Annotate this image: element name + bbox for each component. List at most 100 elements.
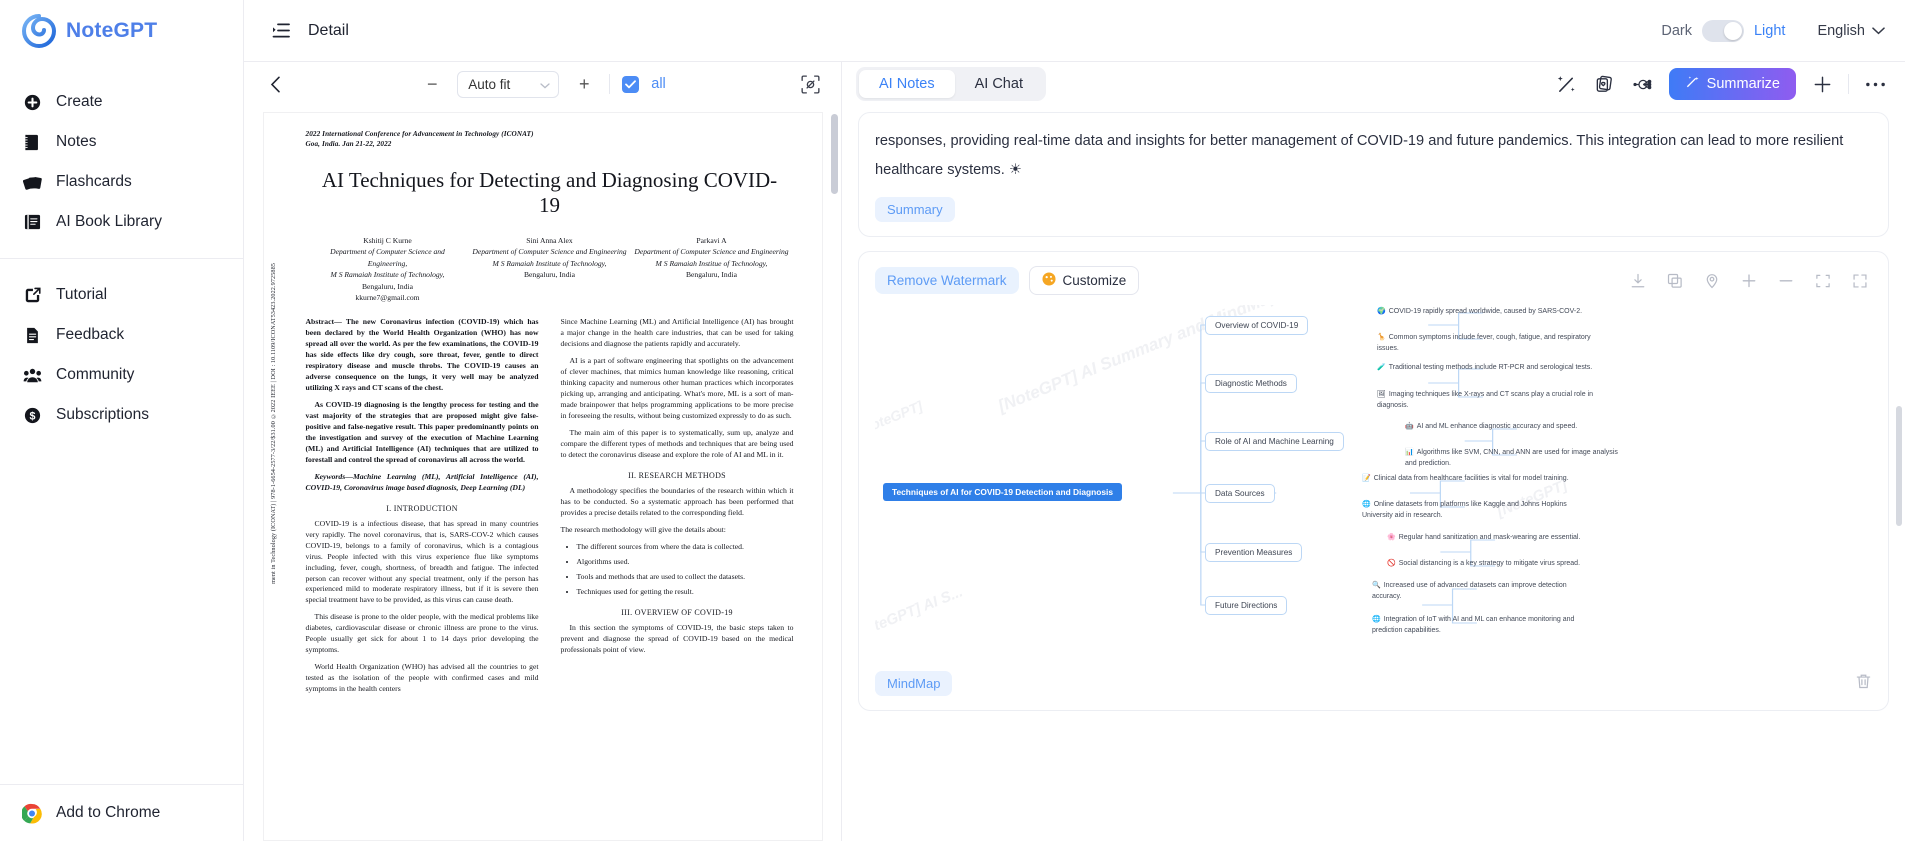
people-icon bbox=[22, 365, 42, 385]
sidebar-item-subscriptions[interactable]: $ Subscriptions bbox=[0, 395, 243, 435]
brand-name: NoteGPT bbox=[66, 19, 158, 42]
ai-panel-scrollbar-thumb[interactable] bbox=[1896, 406, 1902, 526]
sidebar-divider bbox=[0, 258, 243, 259]
mindmap-node[interactable]: Data Sources bbox=[1205, 484, 1275, 504]
notegpt-logo-icon bbox=[22, 14, 57, 48]
sidebar-item-label: Feedback bbox=[56, 326, 125, 343]
app-root: NoteGPT Create Notes Flashcards AI Book … bbox=[0, 0, 1905, 841]
leaf-text: AI and ML enhance diagnostic accuracy an… bbox=[1416, 423, 1578, 431]
pdf-r-p6: In this section the symptoms of COVID-19… bbox=[560, 622, 794, 654]
document-icon bbox=[22, 325, 42, 345]
sidebar-item-community[interactable]: Community bbox=[0, 355, 243, 395]
more-horizontal-icon[interactable] bbox=[1863, 72, 1887, 96]
mindmap-share-icon[interactable] bbox=[1631, 72, 1655, 96]
summarize-label: Summarize bbox=[1706, 76, 1780, 92]
pdf-para-2: As COVID-19 diagnosing is the lengthy pr… bbox=[305, 400, 539, 464]
mindmap-node[interactable]: Diagnostic Methods bbox=[1205, 374, 1297, 394]
pdf-author: Sini Anna Alex Department of Computer Sc… bbox=[472, 235, 628, 303]
pdf-columns: Abstract— The new Coronavirus infection … bbox=[306, 317, 794, 700]
add-to-chrome-button[interactable]: Add to Chrome bbox=[0, 785, 243, 841]
leaf-emoji: 🔍 bbox=[1372, 582, 1381, 590]
mindmap-leaf: 🌐 Integration of IoT with AI and ML can e… bbox=[1372, 615, 1590, 637]
magic-wand-percent-icon[interactable] bbox=[1555, 72, 1579, 96]
mindmap-node[interactable]: Overview of COVID-19 bbox=[1205, 316, 1309, 336]
screenshot-icon[interactable] bbox=[797, 71, 823, 97]
mindmap-leaf: 🧪 Traditional testing methods include RT-… bbox=[1377, 363, 1595, 374]
sidebar-item-notes[interactable]: Notes bbox=[0, 122, 243, 162]
zoom-out-button[interactable]: − bbox=[419, 71, 445, 97]
pdf-r-p4: A methodology specifies the boundaries o… bbox=[560, 486, 794, 517]
list-indent-icon[interactable] bbox=[268, 18, 294, 44]
sidebar-item-label: Notes bbox=[56, 133, 97, 150]
remove-watermark-button[interactable]: Remove Watermark bbox=[875, 267, 1019, 295]
pdf-author: Parkavi A Department of Computer Science… bbox=[634, 235, 790, 303]
mindmap-root-node[interactable]: Techniques of AI for COVID-19 Detection … bbox=[883, 483, 1123, 502]
pdf-bullet: The different sources from where the dat… bbox=[577, 542, 794, 553]
pdf-section-heading: I. INTRODUCTION bbox=[386, 503, 458, 513]
select-all-checkbox[interactable] bbox=[622, 75, 640, 93]
mindmap-node[interactable]: Future Directions bbox=[1205, 596, 1288, 616]
mindmap-leaf: 🌍 COVID-19 rapidly spread worldwide, caus… bbox=[1377, 307, 1595, 318]
pdf-section-heading: II. RESEARCH METHODS bbox=[628, 470, 726, 480]
author-dept: Department of Computer Science and Engin… bbox=[472, 247, 627, 257]
sidebar-item-ai-book-library[interactable]: AI Book Library bbox=[0, 202, 243, 242]
sidebar-item-tutorial[interactable]: Tutorial bbox=[0, 275, 243, 315]
pdf-r-p5: The research methodology will give the d… bbox=[560, 524, 726, 534]
author-org: M S Ramaiah Institute of Technology, bbox=[492, 258, 607, 268]
pdf-scrollbar-thumb[interactable] bbox=[831, 114, 838, 194]
copy-icon[interactable] bbox=[1663, 269, 1687, 293]
tab-ai-chat[interactable]: AI Chat bbox=[955, 70, 1043, 98]
pdf-section-heading: III. OVERVIEW OF COVID-19 bbox=[621, 607, 733, 617]
sidebar-item-feedback[interactable]: Feedback bbox=[0, 315, 243, 355]
mindmap-card: Remove Watermark Customize [NoteGPT] AI … bbox=[858, 251, 1889, 712]
zoom-in-icon[interactable] bbox=[1737, 269, 1761, 293]
theme-toggle[interactable] bbox=[1701, 19, 1744, 42]
pdf-bullet: Algorithms used. bbox=[577, 557, 794, 568]
plus-icon[interactable] bbox=[1810, 72, 1834, 96]
summarize-button[interactable]: Summarize bbox=[1668, 68, 1796, 100]
download-icon[interactable] bbox=[1626, 269, 1650, 293]
customize-button[interactable]: Customize bbox=[1028, 266, 1140, 296]
trash-icon[interactable] bbox=[1855, 673, 1872, 695]
content-split: − Auto fit + all ment in Technology (ICO… bbox=[244, 62, 1905, 841]
mindmap-tag[interactable]: MindMap bbox=[875, 671, 953, 697]
customize-label: Customize bbox=[1062, 273, 1127, 289]
mindmap-node[interactable]: Role of AI and Machine Learning bbox=[1205, 432, 1344, 452]
pdf-scroll-area[interactable]: ment in Technology (ICONAT) | 978-1-6654… bbox=[244, 106, 841, 841]
fit-screen-icon[interactable] bbox=[1811, 269, 1835, 293]
ai-panel-body[interactable]: responses, providing real-time data and … bbox=[842, 106, 1905, 841]
notes-summary-tag[interactable]: Summary bbox=[875, 197, 955, 223]
select-all-label[interactable]: all bbox=[651, 76, 666, 92]
external-link-icon bbox=[22, 285, 42, 305]
tab-ai-notes[interactable]: AI Notes bbox=[859, 70, 955, 98]
language-selector[interactable]: English bbox=[1817, 23, 1885, 39]
mindmap-node[interactable]: Prevention Measures bbox=[1205, 543, 1303, 563]
zoom-out-icon[interactable] bbox=[1774, 269, 1798, 293]
language-value: English bbox=[1817, 22, 1865, 39]
pdf-scrollbar-track[interactable] bbox=[831, 112, 838, 841]
pdf-intro-p1: COVID-19 is a infectious disease, that h… bbox=[305, 518, 539, 605]
mindmap-canvas[interactable]: [NoteGPT] AI Summary and MindMap Generat… bbox=[875, 305, 1872, 665]
sidebar-item-label: AI Book Library bbox=[56, 213, 162, 230]
leaf-text: Common symptoms include fever, cough, fa… bbox=[1377, 334, 1591, 353]
pdf-bullet-list: The different sources from where the dat… bbox=[577, 542, 794, 598]
sidebar-item-create[interactable]: Create bbox=[0, 82, 243, 122]
chevron-left-icon[interactable] bbox=[262, 71, 288, 97]
leaf-text: Integration of IoT with AI and ML can en… bbox=[1372, 616, 1575, 635]
sidebar-item-flashcards[interactable]: Flashcards bbox=[0, 162, 243, 202]
zoom-level-select[interactable]: Auto fit bbox=[457, 70, 560, 98]
theme-dark-label[interactable]: Dark bbox=[1661, 23, 1692, 39]
ai-panel-toolbar: AI Notes AI Chat Summarize bbox=[842, 62, 1905, 106]
pdf-bullet: Techniques used for getting the result. bbox=[577, 587, 794, 598]
flashcard-stack-icon[interactable] bbox=[1593, 72, 1617, 96]
pdf-left-column: Abstract— The new Coronavirus infection … bbox=[306, 317, 539, 700]
theme-light-label[interactable]: Light bbox=[1754, 23, 1785, 39]
pin-location-icon[interactable] bbox=[1700, 269, 1724, 293]
mindmap-leaf: 🦒 Common symptoms include fever, cough, f… bbox=[1377, 333, 1595, 355]
author-dept: Department of Computer Science and Engin… bbox=[330, 247, 445, 268]
brand[interactable]: NoteGPT bbox=[0, 0, 243, 62]
zoom-in-button[interactable]: + bbox=[571, 71, 597, 97]
mindmap-card-footer: MindMap bbox=[875, 671, 1872, 697]
wand-icon bbox=[1685, 75, 1700, 94]
fullscreen-icon[interactable] bbox=[1848, 269, 1872, 293]
